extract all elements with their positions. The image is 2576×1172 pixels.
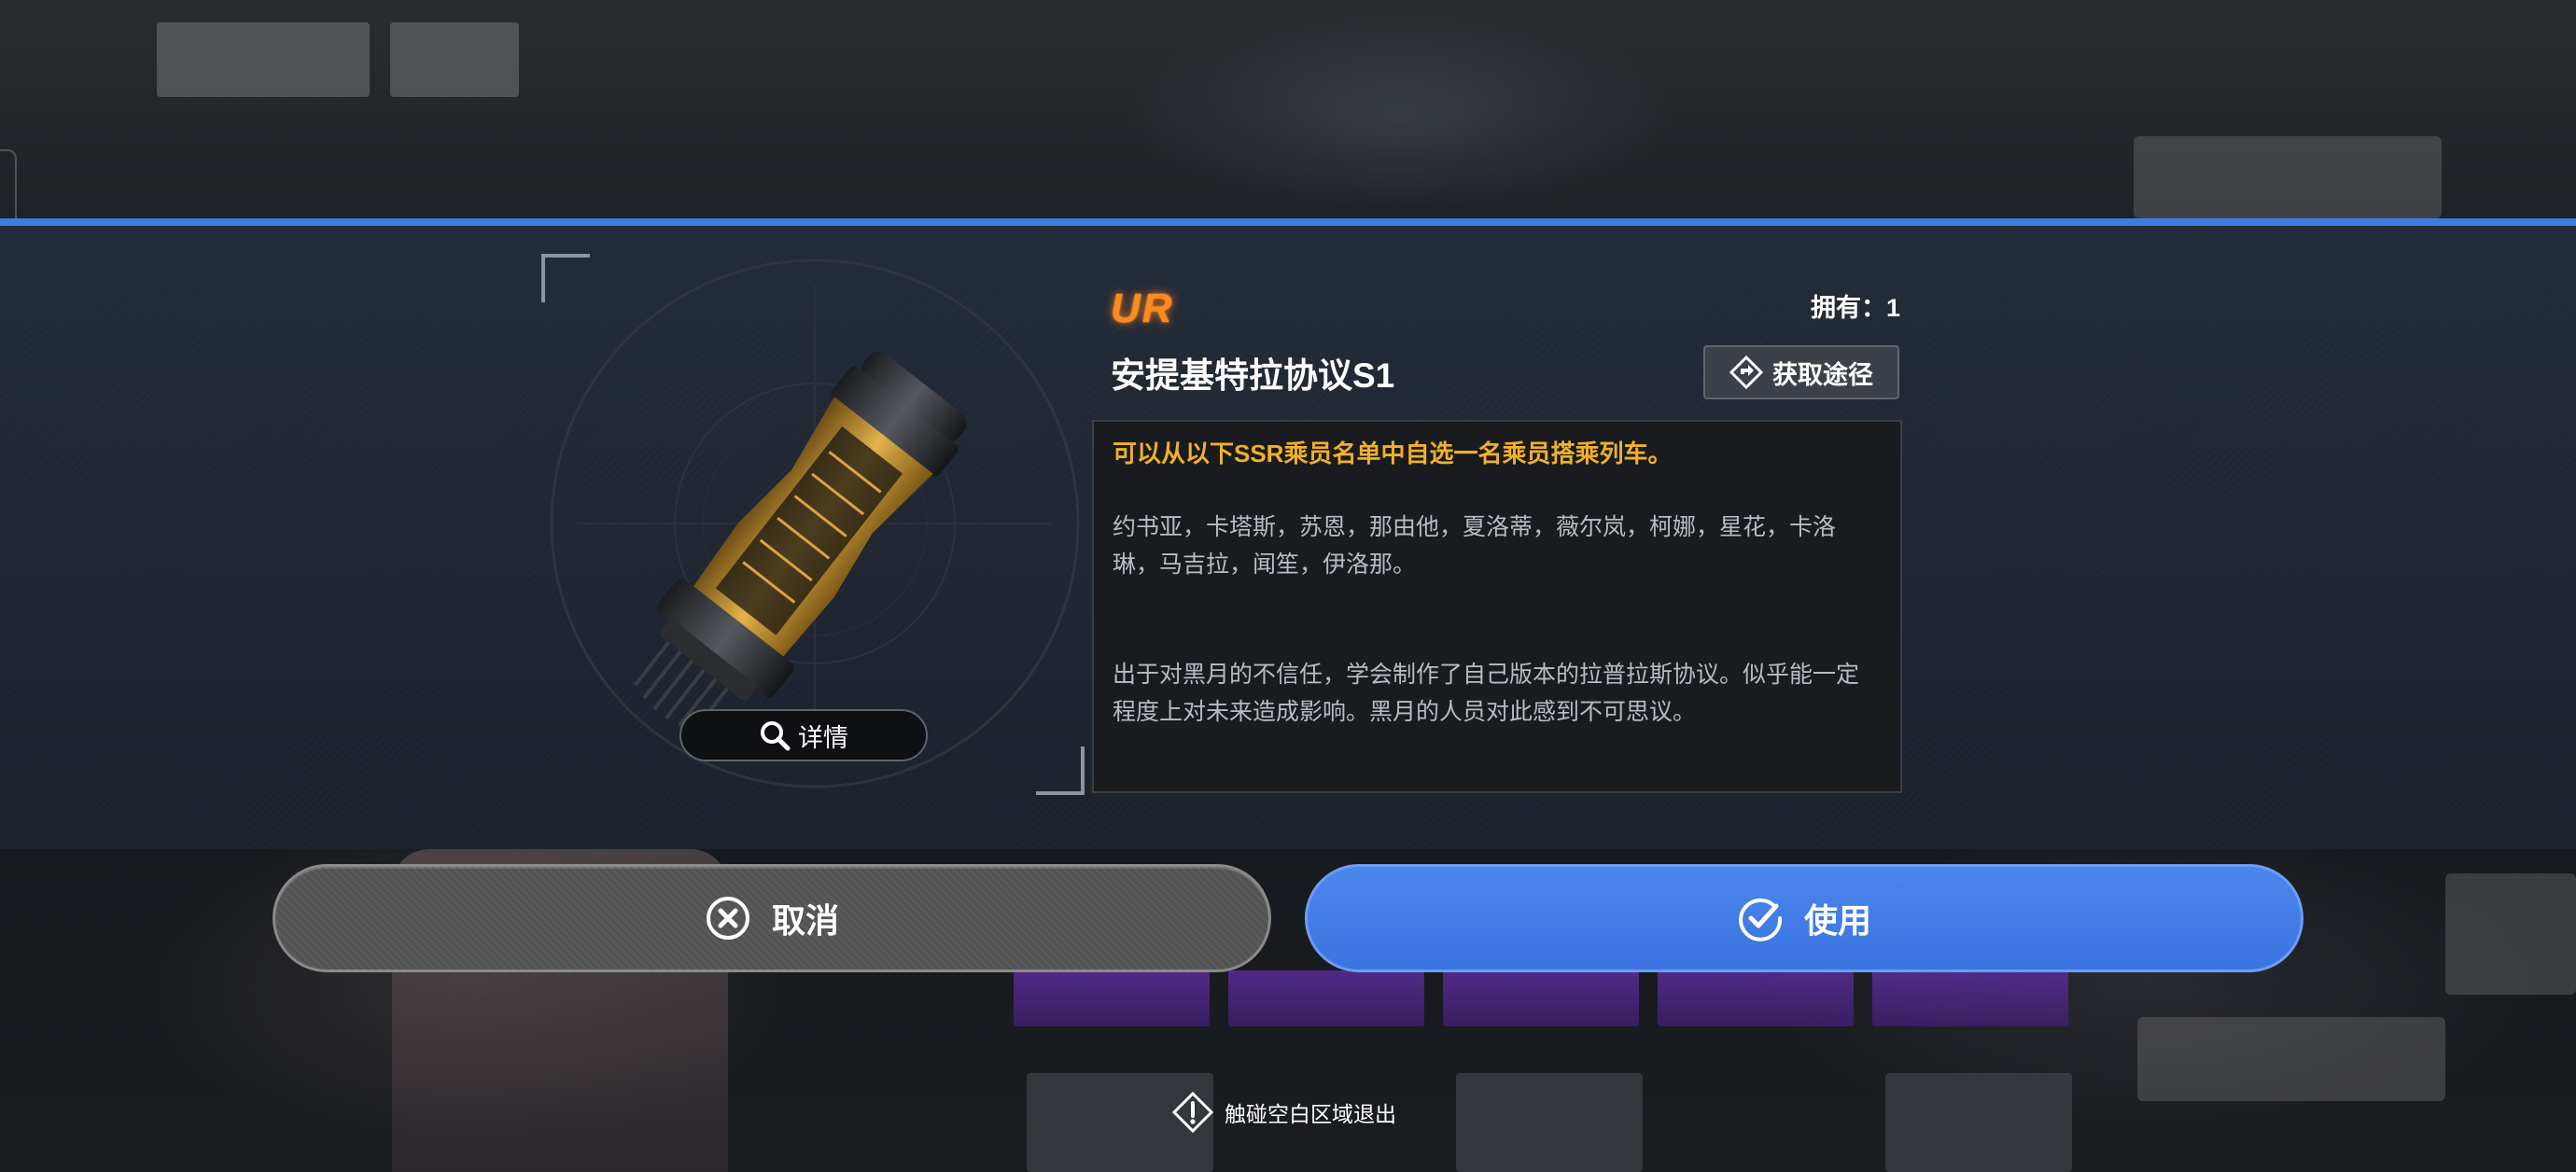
cancel-button[interactable]: 取消 bbox=[273, 864, 1271, 972]
background-side-pill bbox=[2137, 1017, 2445, 1101]
route-icon bbox=[1729, 356, 1763, 389]
description-crew-list: 约书亚，卡塔斯，苏恩，那由他，夏洛蒂，薇尔岚，柯娜，星花，卡洛琳，马吉拉，闻笙，… bbox=[1113, 514, 1837, 578]
description-flavor-text: 出于对黑月的不信任，学会制作了自己版本的拉普拉斯协议。似乎能一定程度上对未来造成… bbox=[1113, 662, 1860, 725]
background-home-button bbox=[390, 22, 519, 97]
background-menu-pill bbox=[2134, 136, 2442, 218]
search-icon bbox=[761, 721, 791, 751]
cancel-label: 取消 bbox=[771, 901, 839, 940]
warning-icon bbox=[1172, 1092, 1213, 1133]
background-back-button bbox=[157, 22, 370, 97]
close-icon bbox=[706, 897, 749, 940]
details-label: 详情 bbox=[798, 723, 848, 752]
background-card bbox=[1443, 970, 1639, 1026]
background-card bbox=[1885, 1073, 2072, 1172]
description-highlight: 可以从以下SSR乘员名单中自选一名乘员搭乘列车。 bbox=[1113, 440, 1673, 467]
background-side-panel bbox=[2445, 873, 2576, 995]
description-panel: 可以从以下SSR乘员名单中自选一名乘员搭乘列车。 约书亚，卡塔斯，苏恩，那由他，… bbox=[1092, 420, 1902, 793]
exit-hint-label: 触碰空白区域退出 bbox=[1225, 1102, 1396, 1126]
background-card bbox=[1872, 970, 2068, 1026]
obtain-source-button[interactable]: 获取途径 bbox=[1703, 345, 1899, 399]
check-icon bbox=[1739, 898, 1782, 942]
owned-count: 拥有：1 bbox=[1810, 294, 1900, 322]
background-card bbox=[1014, 970, 1210, 1026]
rarity-badge: UR bbox=[1111, 286, 1174, 331]
obtain-source-label: 获取途径 bbox=[1772, 360, 1873, 389]
use-button[interactable]: 使用 bbox=[1305, 864, 2303, 972]
use-label: 使用 bbox=[1803, 901, 1871, 940]
background-card bbox=[1658, 970, 1854, 1026]
background-card bbox=[1456, 1073, 1643, 1172]
background-card bbox=[1228, 970, 1424, 1026]
details-button[interactable]: 详情 bbox=[679, 709, 928, 761]
item-name: 安提基特拉协议S1 bbox=[1111, 356, 1395, 395]
exit-hint: 触碰空白区域退出 bbox=[1172, 1092, 1396, 1133]
